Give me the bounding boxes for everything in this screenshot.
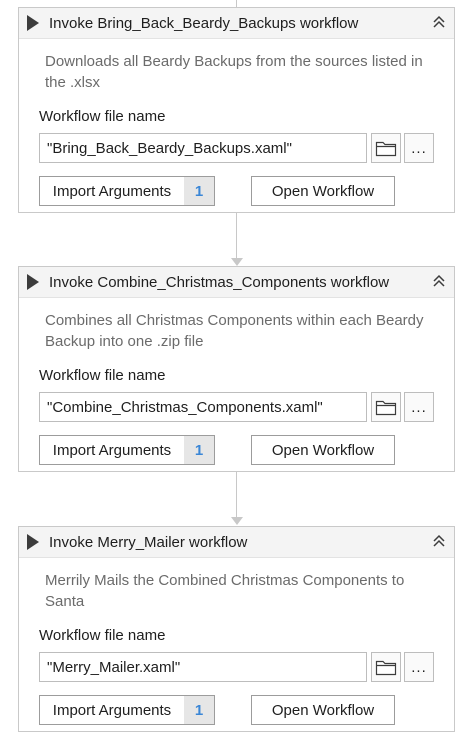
invoke-workflow-activity[interactable]: Invoke Bring_Back_Beardy_Backups workflo… (18, 7, 455, 213)
browse-folder-button[interactable] (371, 392, 401, 422)
workflow-file-name-label: Workflow file name (39, 108, 166, 125)
file-row: ... (39, 133, 454, 163)
browse-folder-button[interactable] (371, 133, 401, 163)
activity-description: Combines all Christmas Components within… (45, 312, 424, 350)
import-arguments-button[interactable]: Import Arguments 1 (39, 695, 215, 725)
more-options-button[interactable]: ... (404, 652, 434, 682)
argument-count-badge: 1 (184, 436, 214, 464)
invoke-workflow-activity[interactable]: Invoke Combine_Christmas_Components work… (18, 266, 455, 472)
activity-title: Invoke Bring_Back_Beardy_Backups workflo… (49, 14, 359, 32)
play-icon (27, 274, 39, 290)
play-icon (27, 534, 39, 550)
activity-description: Merrily Mails the Combined Christmas Com… (45, 572, 405, 610)
open-workflow-button[interactable]: Open Workflow (251, 435, 395, 465)
folder-icon (375, 400, 397, 416)
activity-header[interactable]: Invoke Combine_Christmas_Components work… (19, 267, 454, 298)
argument-count-badge: 1 (184, 177, 214, 205)
activity-header[interactable]: Invoke Merry_Mailer workflow (19, 527, 454, 558)
import-arguments-label: Import Arguments (52, 441, 172, 459)
connector-arrow-2-3 (231, 517, 243, 525)
connector-arrow-1-2 (231, 258, 243, 266)
file-row: ... (39, 652, 454, 682)
activity-title: Invoke Combine_Christmas_Components work… (49, 273, 390, 291)
import-arguments-label: Import Arguments (52, 701, 172, 719)
invoke-workflow-activity[interactable]: Invoke Merry_Mailer workflow Merrily Mai… (18, 526, 455, 732)
workflow-file-name-label: Workflow file name (39, 367, 166, 384)
collapse-icon[interactable] (430, 13, 448, 31)
collapse-icon[interactable] (430, 532, 448, 550)
folder-icon (375, 660, 397, 676)
activity-title: Invoke Merry_Mailer workflow (49, 533, 248, 551)
connector-top (236, 0, 237, 7)
workflow-file-input[interactable] (39, 392, 367, 422)
file-row: ... (39, 392, 454, 422)
import-arguments-button[interactable]: Import Arguments 1 (39, 435, 215, 465)
more-options-button[interactable]: ... (404, 133, 434, 163)
folder-icon (375, 141, 397, 157)
play-icon (27, 15, 39, 31)
browse-folder-button[interactable] (371, 652, 401, 682)
workflow-file-input[interactable] (39, 133, 367, 163)
collapse-icon[interactable] (430, 272, 448, 290)
open-workflow-button[interactable]: Open Workflow (251, 695, 395, 725)
more-options-button[interactable]: ... (404, 392, 434, 422)
connector-2-3 (236, 472, 237, 517)
activity-header[interactable]: Invoke Bring_Back_Beardy_Backups workflo… (19, 8, 454, 39)
activity-description: Downloads all Beardy Backups from the so… (45, 53, 423, 91)
workflow-file-input[interactable] (39, 652, 367, 682)
import-arguments-button[interactable]: Import Arguments 1 (39, 176, 215, 206)
import-arguments-label: Import Arguments (52, 182, 172, 200)
workflow-file-name-label: Workflow file name (39, 627, 166, 644)
button-row: Import Arguments 1 Open Workflow (39, 435, 454, 465)
argument-count-badge: 1 (184, 696, 214, 724)
button-row: Import Arguments 1 Open Workflow (39, 176, 454, 206)
button-row: Import Arguments 1 Open Workflow (39, 695, 454, 725)
connector-1-2 (236, 213, 237, 258)
open-workflow-button[interactable]: Open Workflow (251, 176, 395, 206)
